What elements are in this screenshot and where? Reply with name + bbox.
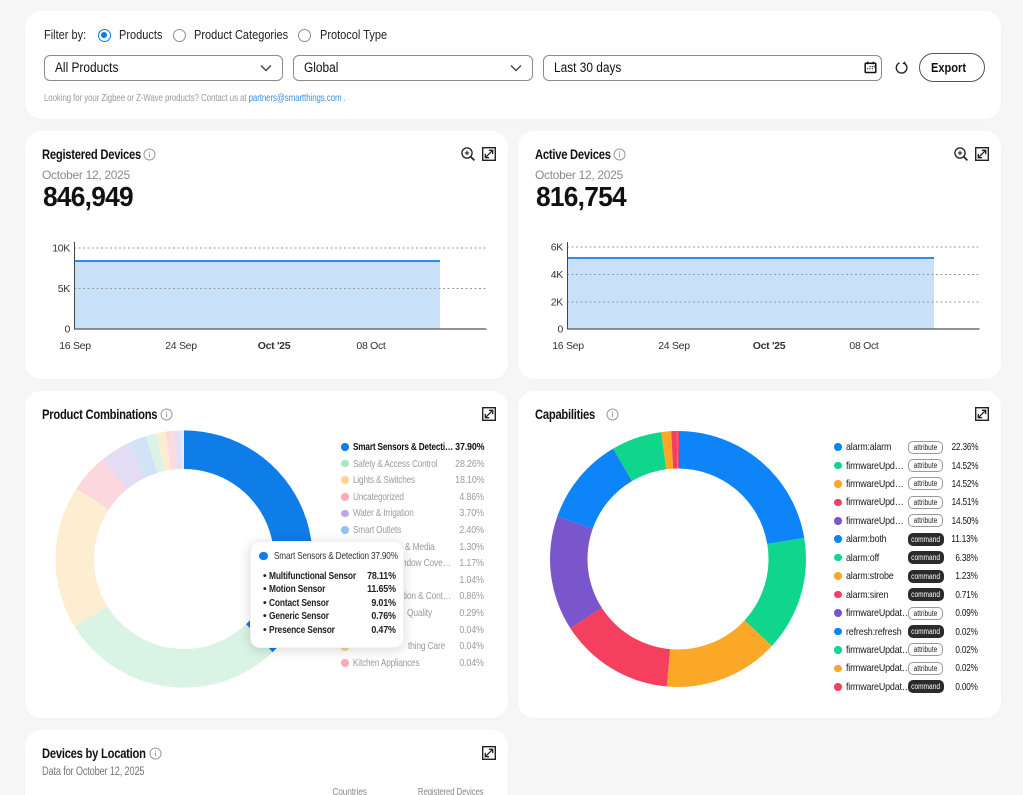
svg-text:4K: 4K bbox=[551, 269, 564, 281]
svg-text:08 Oct: 08 Oct bbox=[849, 340, 879, 352]
svg-text:10K: 10K bbox=[52, 243, 70, 255]
svg-text:16 Sep: 16 Sep bbox=[552, 340, 584, 352]
svg-text:24 Sep: 24 Sep bbox=[658, 340, 690, 352]
svg-text:0: 0 bbox=[64, 324, 70, 336]
svg-text:Oct '25: Oct '25 bbox=[258, 340, 291, 352]
svg-text:Oct '25: Oct '25 bbox=[753, 340, 786, 352]
svg-text:0: 0 bbox=[557, 324, 563, 336]
svg-text:6K: 6K bbox=[551, 242, 564, 254]
svg-text:08 Oct: 08 Oct bbox=[356, 340, 386, 352]
svg-text:2K: 2K bbox=[551, 297, 564, 309]
svg-text:24 Sep: 24 Sep bbox=[165, 340, 197, 352]
svg-text:16 Sep: 16 Sep bbox=[59, 340, 91, 352]
svg-text:5K: 5K bbox=[58, 283, 71, 295]
